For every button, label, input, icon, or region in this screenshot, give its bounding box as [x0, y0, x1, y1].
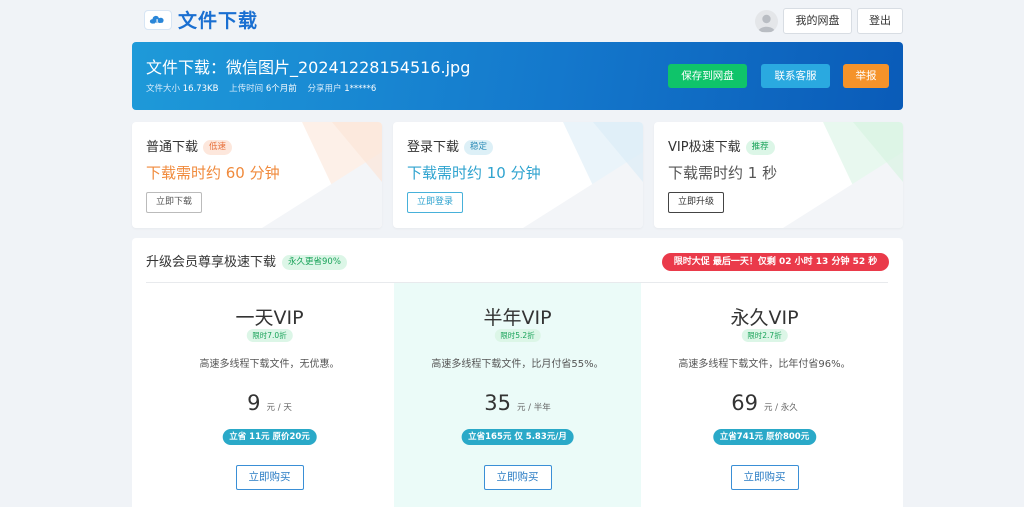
logout-button[interactable]: 登出: [857, 8, 903, 34]
plan-description: 高速多线程下载文件，无优惠。: [199, 359, 340, 370]
download-time: 下载需时约 60 分钟: [146, 164, 280, 182]
plan-discount-badge: 限时2.7折: [741, 329, 788, 342]
download-option-name: 普通下载 低速: [146, 136, 233, 155]
promo-countdown-badge: 限时大促 最后一天！仅剩 02 小时 13 分钟 52 秒: [662, 253, 889, 271]
file-banner: 文件下载：微信图片_20241228154516.jpg 文件大小 16.73K…: [132, 42, 903, 110]
plan-price-row: 35 元 / 半年: [394, 391, 641, 415]
brand-title[interactable]: 文件下载: [178, 6, 258, 33]
plan-savings-badge: 立省741元 原价800元: [712, 429, 817, 445]
save-to-disk-button[interactable]: 保存到网盘: [668, 64, 747, 88]
card-decoration-icon: [523, 122, 643, 228]
plan-price: 9: [247, 391, 261, 415]
buy-now-button[interactable]: 立即购买: [730, 465, 799, 490]
plan-card-half-year: 半年VIP 限时5.2折 高速多线程下载文件，比月付省55%。 35 元 / 半年…: [394, 283, 641, 507]
plan-price: 69: [731, 391, 758, 415]
card-decoration-icon: [783, 122, 903, 228]
top-bar: 文件下载 我的网盘 登出: [132, 0, 903, 42]
upgrade-now-button[interactable]: 立即升级: [668, 192, 725, 213]
plan-name: 一天VIP: [235, 307, 304, 329]
plan-unit: 元 / 天: [266, 403, 292, 413]
download-option-name: 登录下载 稳定: [407, 136, 494, 155]
plan-unit: 元 / 永久: [763, 403, 798, 413]
vip-heading-badge: 永久更省90%: [282, 255, 347, 270]
download-now-button[interactable]: 立即下载: [146, 192, 203, 213]
download-option-title: 登录下载: [407, 140, 460, 155]
plan-description: 高速多线程下载文件，比月付省55%。: [431, 359, 604, 370]
download-card-vip: VIP极速下载 推荐 下载需时约 1 秒 立即升级: [654, 122, 903, 228]
plan-discount-badge: 限时5.2折: [494, 329, 541, 342]
login-now-button[interactable]: 立即登录: [407, 192, 464, 213]
plan-card-day: 一天VIP 限时7.0折 高速多线程下载文件，无优惠。 9 元 / 天 立省 11…: [146, 283, 393, 507]
cloud-download-logo-icon[interactable]: [144, 10, 172, 30]
plan-name: 半年VIP: [483, 307, 552, 329]
plan-discount-badge: 限时7.0折: [246, 329, 293, 342]
speed-badge: 低速: [203, 140, 233, 155]
plan-savings-badge: 立省 11元 原价20元: [222, 429, 317, 445]
vip-panel: 升级会员尊享极速下载 永久更省90% 限时大促 最后一天！仅剩 02 小时 13 …: [132, 238, 903, 507]
file-size-value: 16.73KB: [182, 84, 219, 94]
stable-badge: 稳定: [464, 140, 494, 155]
buy-now-button[interactable]: 立即购买: [235, 465, 304, 490]
download-time: 下载需时约 10 分钟: [407, 164, 541, 182]
share-user-value: 1*****6: [344, 84, 377, 94]
contact-service-button[interactable]: 联系客服: [761, 64, 830, 88]
plan-price-row: 9 元 / 天: [146, 391, 393, 415]
report-button[interactable]: 举报: [843, 64, 889, 88]
download-card-login: 登录下载 稳定 下载需时约 10 分钟 立即登录: [393, 122, 643, 228]
file-title: 文件下载：微信图片_20241228154516.jpg: [146, 58, 471, 77]
card-decoration-icon: [262, 122, 382, 228]
plan-price-row: 69 元 / 永久: [641, 391, 888, 415]
upload-time-value: 6个月前: [265, 84, 297, 94]
recommend-badge: 推荐: [745, 140, 775, 155]
plan-card-permanent: 永久VIP 限时2.7折 高速多线程下载文件，比年付省96%。 69 元 / 永久…: [641, 283, 888, 507]
download-option-name: VIP极速下载 推荐: [668, 136, 775, 155]
file-meta: 文件大小 16.73KB 上传时间 6个月前 分享用户 1*****6: [146, 82, 376, 94]
plan-unit: 元 / 半年: [516, 403, 551, 413]
file-size-label: 文件大小: [146, 84, 181, 94]
download-card-normal: 普通下载 低速 下载需时约 60 分钟 立即下载: [132, 122, 382, 228]
plan-description: 高速多线程下载文件，比年付省96%。: [678, 359, 851, 370]
avatar[interactable]: [755, 10, 778, 33]
download-option-title: 普通下载: [146, 140, 199, 155]
vip-heading: 升级会员尊享极速下载 永久更省90%: [146, 251, 347, 270]
download-time: 下载需时约 1 秒: [668, 164, 778, 182]
share-user-label: 分享用户: [307, 84, 342, 94]
buy-now-button[interactable]: 立即购买: [483, 465, 552, 490]
upload-time-label: 上传时间: [229, 84, 264, 94]
download-option-title: VIP极速下载: [668, 140, 741, 155]
plan-price: 35: [484, 391, 511, 415]
my-disk-button[interactable]: 我的网盘: [783, 8, 852, 34]
vip-heading-text: 升级会员尊享极速下载: [146, 255, 277, 270]
plan-name: 永久VIP: [730, 307, 799, 329]
plan-savings-badge: 立省165元 仅 5.83元/月: [461, 429, 574, 445]
